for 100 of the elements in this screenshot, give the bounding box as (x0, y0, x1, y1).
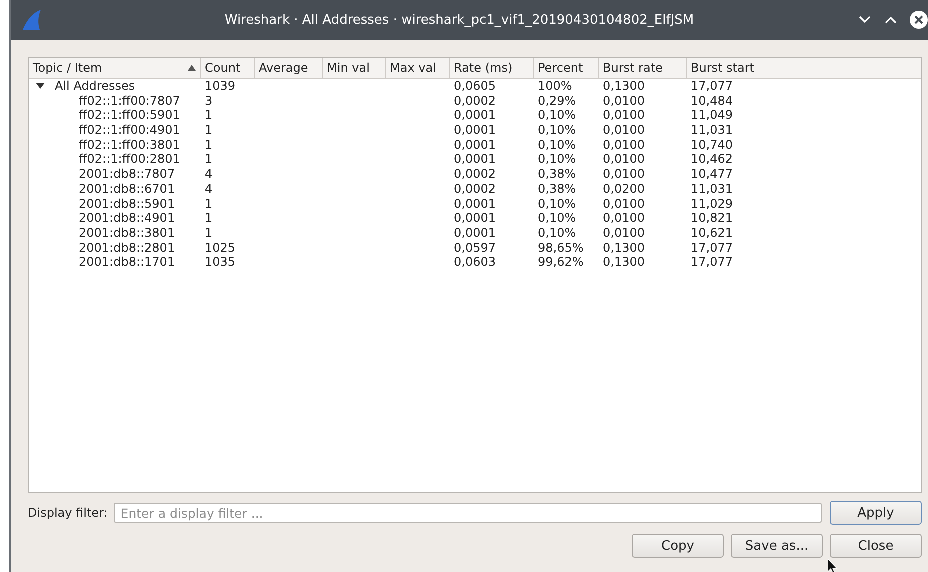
table-cell: 0,1300 (603, 79, 645, 93)
table-cell: 0,10% (538, 152, 576, 166)
table-cell: 0,0100 (603, 94, 645, 108)
table-cell: 0,0100 (603, 138, 645, 152)
table-cell: 17,077 (691, 79, 733, 93)
table-cell: ff02::1:ff00:3801 (79, 138, 180, 152)
table-cell: 2001:db8::2801 (79, 240, 176, 256)
table-cell: 10,621 (691, 226, 733, 240)
table-cell: 0,0603 (454, 255, 496, 270)
table-cell: 0,0002 (454, 167, 496, 182)
table-cell: 0,38% (538, 167, 576, 182)
close-icon[interactable] (910, 11, 928, 29)
window-title: Wireshark · All Addresses · wireshark_pc1_vif1_20190430104802_ElfJSM (224, 12, 696, 28)
table-cell: 0,10% (538, 138, 576, 152)
table-cell: 0,0100 (603, 167, 645, 182)
table-cell: 0,0100 (603, 123, 645, 138)
table-cell: 0,0100 (603, 226, 645, 240)
table-cell: 0,0100 (603, 108, 645, 122)
mouse-pointer-icon (828, 559, 838, 572)
table-cell: 1 (205, 226, 213, 240)
column-header[interactable]: Max val (386, 58, 450, 78)
table-cell: 98,65% (538, 240, 584, 255)
table-cell: 2001:db8::3801 (79, 226, 176, 241)
table-cell: 11,031 (691, 182, 733, 196)
table-cell: 0,1300 (603, 255, 645, 270)
table-cell: 0,29% (538, 94, 576, 108)
table-cell: 1 (205, 152, 213, 166)
column-header[interactable]: Burst start (687, 58, 921, 78)
table-cell: 0,38% (538, 182, 576, 196)
table-cell: 1035 (205, 255, 236, 270)
table-cell: ff02::1:ff00:7807 (79, 94, 180, 108)
table-cell: ff02::1:ff00:5901 (79, 108, 180, 124)
dialog-button[interactable]: Copy (632, 534, 724, 558)
table-cell: 0,0100 (603, 211, 645, 226)
table-cell: 2001:db8::5901 (79, 196, 176, 212)
table-cell: ff02::1:ff00:2801 (79, 152, 180, 168)
table-cell: 10,740 (691, 138, 733, 152)
table-cell: 0,0001 (454, 108, 496, 122)
table-cell: 0,10% (538, 123, 576, 138)
table-cell: 10,484 (691, 94, 733, 108)
table-cell: 1 (205, 211, 213, 226)
table-cell: 4 (205, 167, 213, 182)
maximize-icon[interactable] (884, 15, 898, 25)
table-cell: 11,029 (691, 196, 733, 210)
table-cell: 0,0001 (454, 196, 496, 210)
column-header[interactable]: Percent (534, 58, 599, 78)
table-cell: 4 (205, 182, 213, 196)
table-cell: 10,477 (691, 167, 733, 182)
table-cell: 10,821 (691, 211, 733, 226)
expand-arrow-icon[interactable] (36, 82, 45, 90)
table-cell: 0,0100 (603, 196, 645, 210)
table-cell: 2001:db8::4901 (79, 211, 176, 226)
dialog-button[interactable]: Save as... (731, 534, 823, 558)
table-cell: 0,10% (538, 196, 576, 210)
table-cell: ff02::1:ff00:4901 (79, 123, 180, 138)
apply-button[interactable]: Apply (830, 501, 922, 525)
table-cell: 2001:db8::1701 (79, 255, 176, 270)
column-header[interactable]: Average (255, 58, 323, 78)
table-cell: 17,077 (691, 255, 733, 270)
table-cell: 1 (205, 108, 213, 122)
table-cell: 1039 (205, 79, 236, 93)
table-cell: 2001:db8::6701 (79, 182, 176, 197)
column-header[interactable]: Rate (ms) (450, 58, 534, 78)
table-cell: All Addresses (55, 79, 136, 94)
table-cell: 0,0002 (454, 182, 496, 196)
table-cell: 0,0001 (454, 123, 496, 138)
table-cell: 1 (205, 123, 213, 138)
table-cell: 1 (205, 196, 213, 210)
dialog-button[interactable]: Close (830, 534, 922, 558)
table-cell: 10,462 (691, 152, 733, 166)
table-cell: 1 (205, 138, 213, 152)
column-header[interactable]: Min val (323, 58, 386, 78)
table-cell: 1025 (205, 240, 236, 255)
fin-logo-icon (21, 9, 43, 31)
table-cell: 0,10% (538, 226, 576, 240)
table-cell: 0,1300 (603, 240, 645, 255)
table-cell: 0,0001 (454, 152, 496, 166)
table-cell: 0,0200 (603, 182, 645, 196)
table-cell: 100% (538, 79, 572, 93)
table-cell: 0,0597 (454, 240, 496, 255)
column-header[interactable]: Burst rate (599, 58, 687, 78)
table-cell: 0,10% (538, 211, 576, 226)
table-cell: 11,049 (691, 108, 733, 122)
table-cell: 0,0001 (454, 211, 496, 226)
table-cell: 17,077 (691, 240, 733, 255)
table-cell: 0,0605 (454, 79, 496, 93)
table-cell: 0,0001 (454, 226, 496, 240)
display-filter-label: Display filter: (28, 506, 108, 520)
table-cell: 2001:db8::7807 (79, 167, 176, 182)
column-header[interactable]: Count (201, 58, 255, 78)
column-header[interactable]: Topic / Item (29, 58, 201, 78)
table-cell: 11,031 (691, 123, 733, 138)
table-cell: 3 (205, 94, 213, 108)
table-cell: 0,0002 (454, 94, 496, 108)
table-cell: 99,62% (538, 255, 584, 270)
table-cell: 0,0100 (603, 152, 645, 166)
table-cell: 0,0001 (454, 138, 496, 152)
minimize-icon[interactable] (858, 15, 872, 25)
display-filter-field[interactable]: Enter a display filter ... (114, 503, 822, 523)
table-cell: 0,10% (538, 108, 576, 122)
